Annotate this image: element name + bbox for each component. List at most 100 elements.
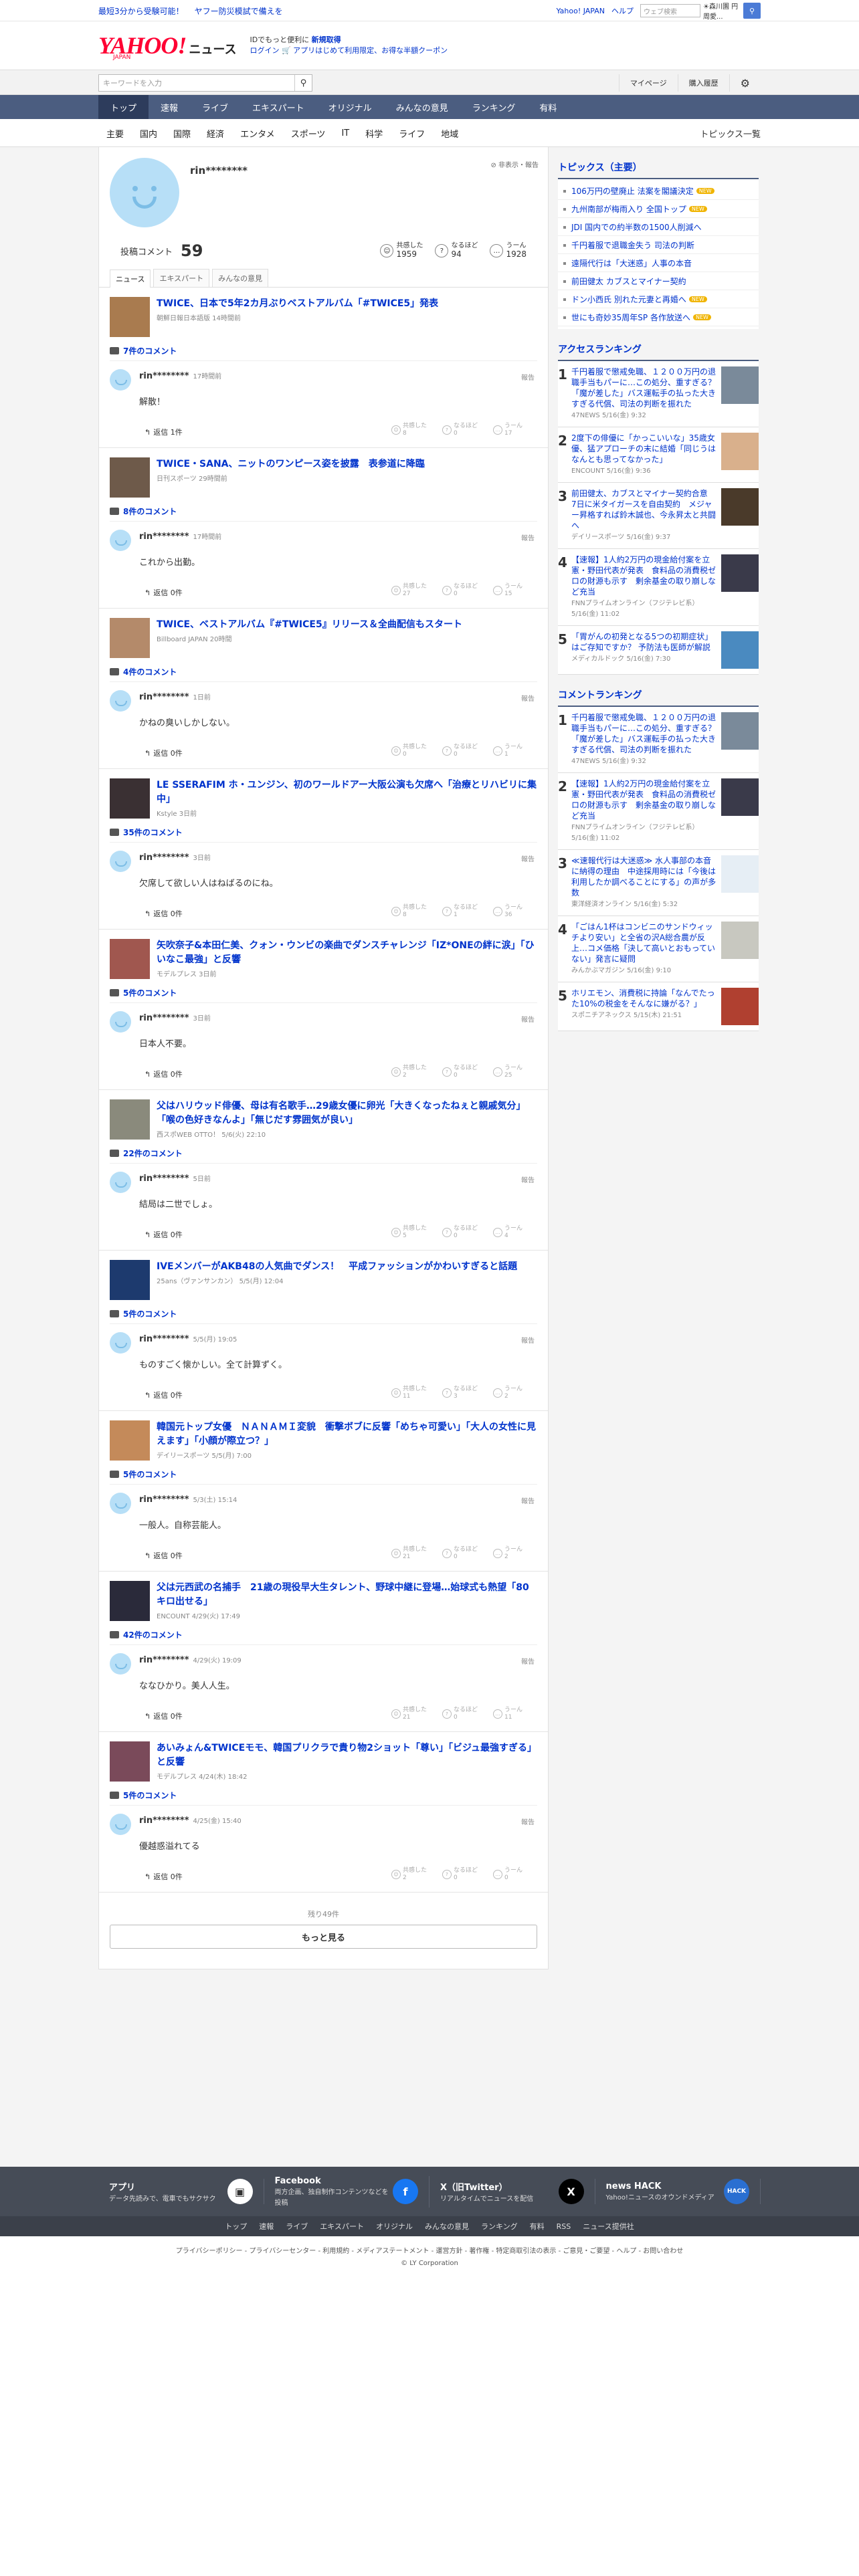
topics-list-link[interactable]: トピックス一覧 (700, 127, 761, 140)
footer-0[interactable]: アプリ データ先読みで、電車でもサクサク ▣ (98, 2179, 264, 2204)
footer-nav-1[interactable]: 速報 (259, 2221, 274, 2232)
footer-nav-3[interactable]: エキスパート (320, 2221, 364, 2232)
article-title[interactable]: TWICE・SANA、ニットのワンピース姿を披露 表参道に降臨 (157, 457, 425, 471)
ranking-thumbnail[interactable] (721, 554, 759, 592)
article-title[interactable]: LE SSERAFIM ホ・ユンジン、初のワールドアー大阪公演も欠席へ「治療とリ… (157, 778, 537, 807)
search-icon[interactable]: ⚲ (294, 75, 312, 91)
comment-count[interactable]: 7件のコメント (123, 345, 177, 356)
report-button[interactable]: 報告 (521, 1014, 535, 1024)
article[interactable]: 韓国元トップ女優 ＮＡＮＡＭＩ変貌 衝撃ボブに反響「めちゃ可愛い」「大人の女性に… (99, 1411, 548, 1466)
reaction-button-2[interactable]: … うーん 4 (493, 1225, 531, 1240)
tab-0[interactable]: ニュース (110, 270, 151, 288)
comment-count-link[interactable]: 4件のコメント (99, 663, 548, 681)
nav-item-5[interactable]: みんなの意見 (384, 95, 460, 119)
report-button[interactable]: 報告 (521, 1656, 535, 1666)
ranking-thumbnail[interactable] (721, 712, 759, 750)
comment-count[interactable]: 8件のコメント (123, 506, 177, 517)
ranking-item[interactable]: 2 【速報】1人約2万円の現金給付案を立憲・野田代表が発表 食料品の消費税ゼロの財… (558, 773, 759, 850)
reply-button[interactable]: ↰ 返信 0件 (145, 908, 183, 919)
topic-link[interactable]: JDI 国内での約半数の1500人削減へ (558, 218, 759, 236)
ranking-title[interactable]: 千円着服で懲戒免職、１２００万円の退職手当もパーに…この処分、重すぎる？「魔が差… (571, 366, 719, 409)
purchase-history-link[interactable]: 購入履歴 (677, 74, 729, 92)
ranking-item[interactable]: 1 千円着服で懲戒免職、１２００万円の退職手当もパーに…この処分、重すぎる？「魔が… (558, 707, 759, 773)
report-button[interactable]: 報告 (521, 1335, 535, 1345)
footer-nav-4[interactable]: オリジナル (376, 2221, 413, 2232)
ranking-item[interactable]: 1 千円着服で懲戒免職、１２００万円の退職手当もパーに…この処分、重すぎる？「魔が… (558, 361, 759, 427)
article[interactable]: 父はハリウッド俳優、母は有名歌手…29歳女優に卵光「大きくなったねぇと親戚気分」… (99, 1090, 548, 1145)
ranking-item[interactable]: 5 「胃がんの初発となる5つの初期症状」はご存知ですか？ 予防法も医師が解説 メディ… (558, 626, 759, 675)
footer-nav-9[interactable]: ニュース提供社 (583, 2221, 634, 2232)
article-thumbnail[interactable] (110, 939, 150, 979)
reaction-button-2[interactable]: … うーん 2 (493, 1546, 531, 1561)
ranking-item[interactable]: 4 「ごはん1杯はコンビニのサンドウィッチより安い」と全省の沢A総合農が反上…コメ… (558, 916, 759, 982)
reaction-button-2[interactable]: … うーん 11 (493, 1707, 531, 1721)
reaction-button-1[interactable]: ? なるほど 0 (442, 744, 480, 758)
reaction-button-0[interactable]: ☺ 共感した 8 (391, 904, 429, 919)
reaction-button-2[interactable]: … うーん 36 (493, 904, 531, 919)
topic-link[interactable]: 世にも奇妙35周年SP 各作放送へ NEW (558, 308, 759, 326)
comment-count-link[interactable]: 8件のコメント (99, 503, 548, 521)
subnav-item-2[interactable]: 国際 (165, 127, 199, 140)
reaction-button-0[interactable]: ☺ 共感した 2 (391, 1867, 429, 1882)
article[interactable]: TWICE・SANA、ニットのワンピース姿を披露 表参道に降臨 日刊スポーツ 29… (99, 448, 548, 503)
ranking-thumbnail[interactable] (721, 631, 759, 669)
ranking-item[interactable]: 5 ホリエモン、消費税に持論「なんでたった10%の税金をそんなに嫌がる？」 スポニチ… (558, 982, 759, 1031)
reply-button[interactable]: ↰ 返信 1件 (145, 427, 183, 437)
reaction-button-0[interactable]: ☺ 共感した 27 (391, 583, 429, 598)
article[interactable]: TWICE、日本で5年2カ月ぶりベストアルバム「#TWICE5」発表 朝鮮日報日本… (99, 288, 548, 342)
article-title[interactable]: TWICE、ベストアルバム『#TWICE5』リリース＆全曲配信もスタート (157, 618, 462, 632)
comment-count-link[interactable]: 35件のコメント (99, 824, 548, 842)
report-button[interactable]: 報告 (521, 693, 535, 703)
reaction-button-2[interactable]: … うーん 0 (493, 1867, 531, 1882)
article-title[interactable]: 父は元西武の名捕手 21歳の現役早大生タレント、野球中継に登場…始球式も熱望「8… (157, 1581, 537, 1609)
comment-count[interactable]: 5件のコメント (123, 1790, 177, 1801)
footer-2[interactable]: X（旧Twitter） リアルタイムでニュースを配信 X (430, 2179, 595, 2204)
weather-location[interactable]: ☀森川園 円周愛... (703, 1, 743, 21)
reaction-button-1[interactable]: ? なるほど 0 (442, 1065, 480, 1079)
nav-item-3[interactable]: エキスパート (240, 95, 316, 119)
report-button[interactable]: 報告 (521, 1495, 535, 1505)
promo-link[interactable]: 最短3分から受験可能！ (98, 5, 184, 17)
ranking-item[interactable]: 4 【速報】1人約2万円の現金給付案を立憲・野田代表が発表 食料品の消費税ゼロの財… (558, 549, 759, 626)
reaction-button-1[interactable]: ? なるほど 0 (442, 423, 480, 437)
report-button[interactable]: 報告 (521, 1816, 535, 1826)
reaction-button-2[interactable]: … うーん 17 (493, 423, 531, 437)
article-title[interactable]: TWICE、日本で5年2カ月ぶりベストアルバム「#TWICE5」発表 (157, 297, 438, 311)
ranking-title[interactable]: 【速報】1人約2万円の現金給付案を立憲・野田代表が発表 食料品の消費税ゼロの財源… (571, 554, 719, 597)
reaction-button-0[interactable]: ☺ 共感した 8 (391, 423, 429, 437)
report-button[interactable]: 報告 (521, 1174, 535, 1184)
article-thumbnail[interactable] (110, 1581, 150, 1621)
topic-link[interactable]: ドン小西氏 別れた元妻と再婚へ NEW (558, 290, 759, 308)
article-thumbnail[interactable] (110, 1420, 150, 1461)
article-thumbnail[interactable] (110, 1260, 150, 1300)
ranking-title[interactable]: 【速報】1人約2万円の現金給付案を立憲・野田代表が発表 食料品の消費税ゼロの財源… (571, 778, 719, 821)
search-icon[interactable]: ⚲ (743, 3, 761, 19)
subnav-item-9[interactable]: 地域 (433, 127, 466, 140)
report-button[interactable]: 報告 (521, 853, 535, 863)
reaction-button-1[interactable]: ? なるほど 0 (442, 1546, 480, 1561)
comment-count[interactable]: 35件のコメント (123, 827, 183, 838)
footer-nav-8[interactable]: RSS (557, 2222, 571, 2231)
topic-title[interactable]: ドン小西氏 別れた元妻と再婚へ (571, 294, 686, 305)
ranking-thumbnail[interactable] (721, 778, 759, 816)
ranking-thumbnail[interactable] (721, 433, 759, 470)
reaction-button-2[interactable]: … うーん 1 (493, 744, 531, 758)
signup-link[interactable]: 新規取得 (312, 35, 341, 44)
reaction-button-0[interactable]: ☺ 共感した 21 (391, 1546, 429, 1561)
reaction-button-1[interactable]: ? なるほど 0 (442, 1707, 480, 1721)
reaction-button-1[interactable]: ? なるほど 0 (442, 1867, 480, 1882)
nav-item-1[interactable]: 速報 (149, 95, 190, 119)
nav-item-2[interactable]: ライブ (190, 95, 240, 119)
reaction-button-2[interactable]: … うーん 15 (493, 583, 531, 598)
help-link[interactable]: ヘルプ (611, 5, 634, 16)
article-title[interactable]: 父はハリウッド俳優、母は有名歌手…29歳女優に卵光「大きくなったねぇと親戚気分」… (157, 1099, 537, 1128)
comment-count[interactable]: 4件のコメント (123, 666, 177, 677)
ranking-title[interactable]: 「胃がんの初発となる5つの初期症状」はご存知ですか？ 予防法も医師が解説 (571, 631, 719, 653)
app-icon[interactable]: ▣ (227, 2179, 253, 2204)
footer-nav-0[interactable]: トップ (225, 2221, 247, 2232)
ranking-item[interactable]: 2 2度下の俳優に「かっこいいな」35歳女優、猛アプローチの末に結婚「同じうはなん… (558, 427, 759, 483)
reply-button[interactable]: ↰ 返信 0件 (145, 587, 183, 598)
mypage-link[interactable]: マイページ (618, 74, 678, 92)
comment-count-link[interactable]: 5件のコメント (99, 1466, 548, 1484)
topic-title[interactable]: 106万円の壁廃止 法案を閣議決定 (571, 185, 694, 197)
